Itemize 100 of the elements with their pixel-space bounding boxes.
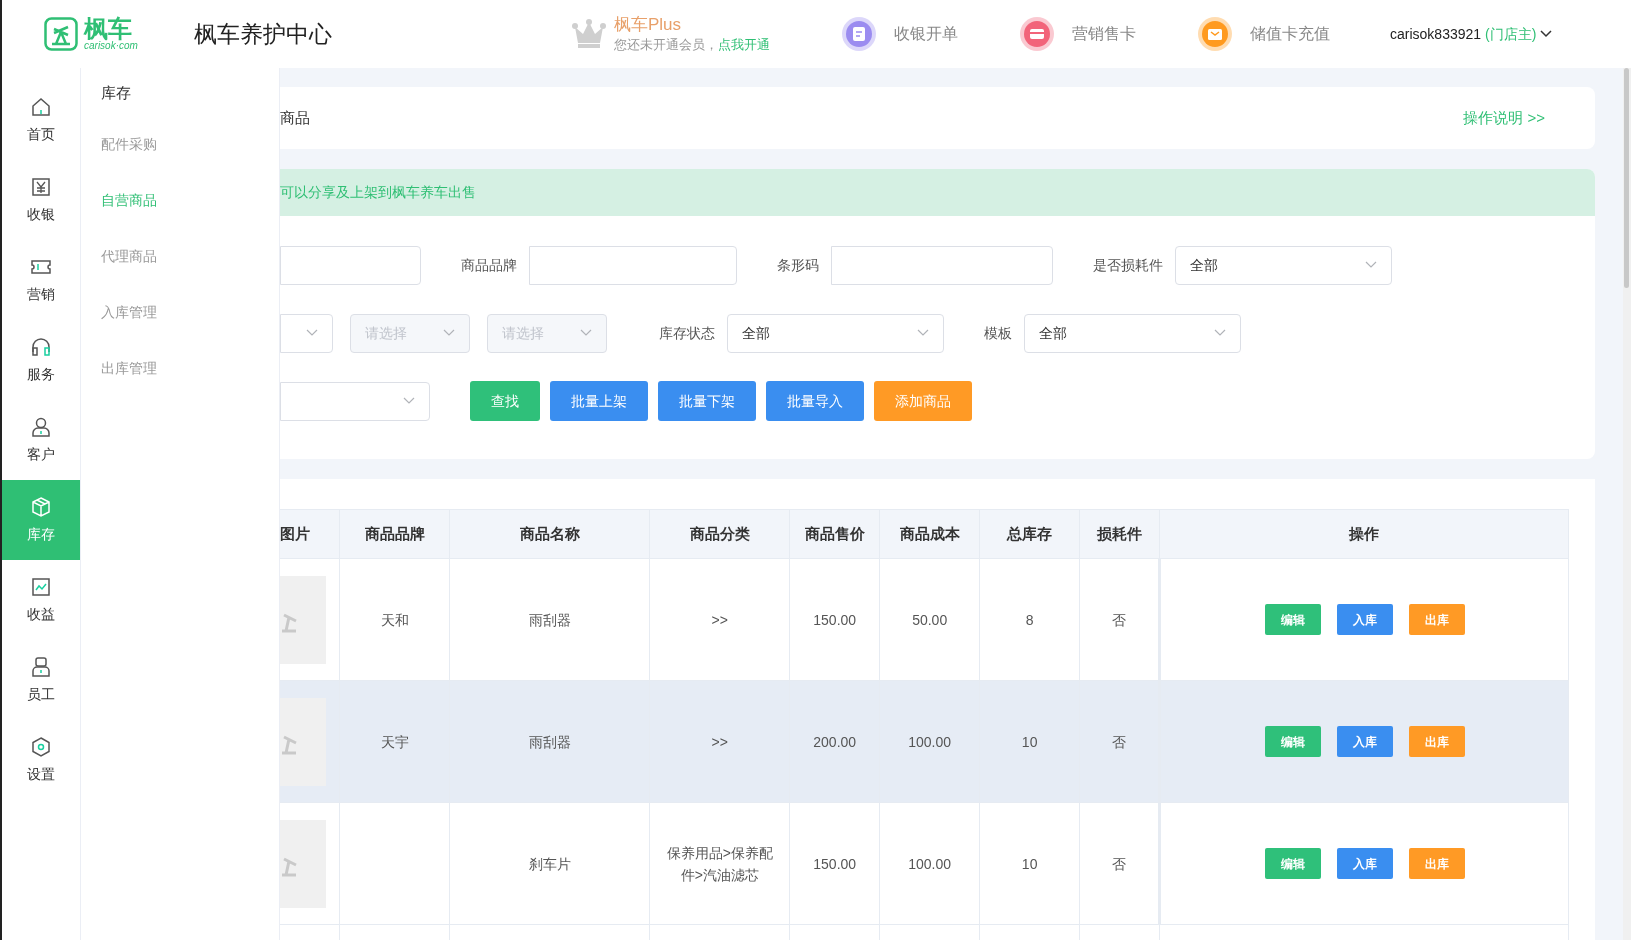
quick-action-button[interactable]: 收银开单 [842, 17, 958, 51]
table-cell: >> [649, 558, 790, 681]
table-cell: 否 [1079, 558, 1160, 681]
person-icon [30, 655, 52, 678]
column-header: 损耗件 [1079, 509, 1160, 559]
chevron-down-icon [1540, 30, 1553, 38]
submenu-title: 库存 [100, 83, 132, 103]
upgrade-link[interactable]: 点我开通 [718, 36, 770, 52]
table-cell: 天宇 [340, 680, 450, 803]
select-field[interactable]: 全部 [1024, 313, 1241, 353]
chevron-down-icon [580, 329, 592, 337]
app-title: 枫车养护中心 [194, 19, 333, 49]
plus-subtitle: 您还未开通会员，点我开通 [614, 35, 770, 54]
row-action-button[interactable]: 入库 [1336, 604, 1393, 635]
row-action-button[interactable]: 编辑 [1264, 848, 1321, 879]
nav-item[interactable]: 客户 [2, 400, 80, 480]
submenu-item[interactable]: 自营商品 [81, 172, 279, 228]
submenu-item[interactable]: 配件采购 [81, 116, 279, 172]
select-field[interactable]: 全部 [1175, 245, 1392, 285]
nav-item[interactable]: 库存 [2, 480, 80, 560]
help-link[interactable]: 操作说明 >> [1463, 106, 1545, 130]
table-cell: 否 [1079, 680, 1160, 803]
logo-icon [44, 17, 78, 51]
text-input-field[interactable] [831, 245, 1053, 285]
row-action-button[interactable]: 编辑 [1264, 604, 1321, 635]
table-cell: 雨刮器 [449, 558, 650, 681]
table-cell: 100.00 [879, 680, 980, 803]
column-header: 商品名称 [449, 509, 650, 559]
row-action-button[interactable]: 出库 [1408, 848, 1465, 879]
table-cell: 10 [979, 802, 1080, 925]
row-action-button[interactable]: 出库 [1408, 726, 1465, 757]
quick-action-button[interactable]: 储值卡充值 [1198, 17, 1330, 51]
column-header: 商品成本 [879, 509, 980, 559]
column-header: 总库存 [979, 509, 1080, 559]
chevron-down-icon [917, 329, 929, 337]
table-cell: 150.00 [789, 802, 880, 925]
field-label: 是否损耗件 [1093, 255, 1163, 275]
crown-icon [572, 19, 606, 49]
plus-title: 枫车Plus [614, 13, 683, 35]
nav-item[interactable]: 首页 [2, 80, 80, 160]
quick-action-button[interactable]: 营销售卡 [1020, 17, 1136, 51]
nav-item[interactable]: 员工 [2, 640, 80, 720]
action-button[interactable]: 批量下架 [658, 381, 756, 421]
text-input-field[interactable] [280, 245, 421, 285]
chevron-down-icon [306, 329, 318, 337]
user-menu[interactable]: carisok833921 (门店主) [1390, 23, 1553, 45]
submenu-item[interactable]: 入库管理 [81, 284, 279, 340]
table-cell: >> [649, 680, 790, 803]
table-cell: 150.00 [789, 558, 880, 681]
submenu-item[interactable]: 出库管理 [81, 340, 279, 396]
chevron-down-icon [443, 329, 455, 337]
field-label: 条形码 [777, 255, 819, 275]
field-label: 库存状态 [659, 323, 715, 343]
nav-item[interactable]: 服务 [2, 320, 80, 400]
column-header: 商品品牌 [340, 509, 450, 559]
nav-item[interactable]: 营销 [2, 240, 80, 320]
column-header: 图片 [280, 509, 340, 559]
action-button[interactable]: 批量导入 [766, 381, 864, 421]
table-cell: 保养用品>保养配件>汽油滤芯 [649, 802, 790, 925]
table-cell: 天和 [340, 558, 450, 681]
select-field[interactable] [280, 381, 430, 421]
table-cell: 雨刮器 [449, 680, 650, 803]
chevron-down-icon [403, 397, 415, 405]
action-button[interactable]: 批量上架 [550, 381, 648, 421]
nav-item[interactable]: 收益 [2, 560, 80, 640]
table-cell: 50.00 [879, 558, 980, 681]
field-label: 模板 [984, 323, 1012, 343]
field-label: 商品品牌 [461, 255, 517, 275]
breadcrumb-text: 商品 [280, 107, 310, 128]
row-action-button[interactable]: 出库 [1408, 604, 1465, 635]
text-input-field[interactable] [529, 245, 737, 285]
column-header: 操作 [1159, 509, 1569, 559]
table-cell: 否 [1079, 802, 1160, 925]
table-cell: 200.00 [789, 680, 880, 803]
submenu-item[interactable]: 代理商品 [81, 228, 279, 284]
column-header: 商品售价 [789, 509, 880, 559]
nav-item[interactable]: 设置 [2, 720, 80, 800]
logo-domain: carisok·com [84, 41, 138, 51]
action-button[interactable]: 查找 [470, 381, 540, 421]
headset-icon [30, 335, 52, 358]
row-action-button[interactable]: 入库 [1336, 726, 1393, 757]
logo-text: 枫车 [84, 17, 132, 41]
chevron-down-icon [1365, 261, 1377, 269]
action-button[interactable]: 添加商品 [874, 381, 972, 421]
table-cell: 8 [979, 558, 1080, 681]
yen-icon [30, 175, 52, 198]
row-action-button[interactable]: 入库 [1336, 848, 1393, 879]
scrollbar[interactable] [1623, 68, 1631, 940]
select-field[interactable] [280, 313, 333, 353]
nav-item[interactable]: 收银 [2, 160, 80, 240]
row-action-button[interactable]: 编辑 [1264, 726, 1321, 757]
select-field[interactable]: 全部 [727, 313, 944, 353]
table-cell: 10 [979, 680, 1080, 803]
home-icon [30, 95, 52, 118]
chevron-down-icon [1214, 329, 1226, 337]
person-icon [30, 415, 52, 438]
chart-icon [30, 575, 52, 598]
notice-banner: 可以分享及上架到枫车养车出售 [280, 169, 1595, 216]
table-cell: 刹车片 [449, 802, 650, 925]
box-icon [30, 495, 52, 518]
